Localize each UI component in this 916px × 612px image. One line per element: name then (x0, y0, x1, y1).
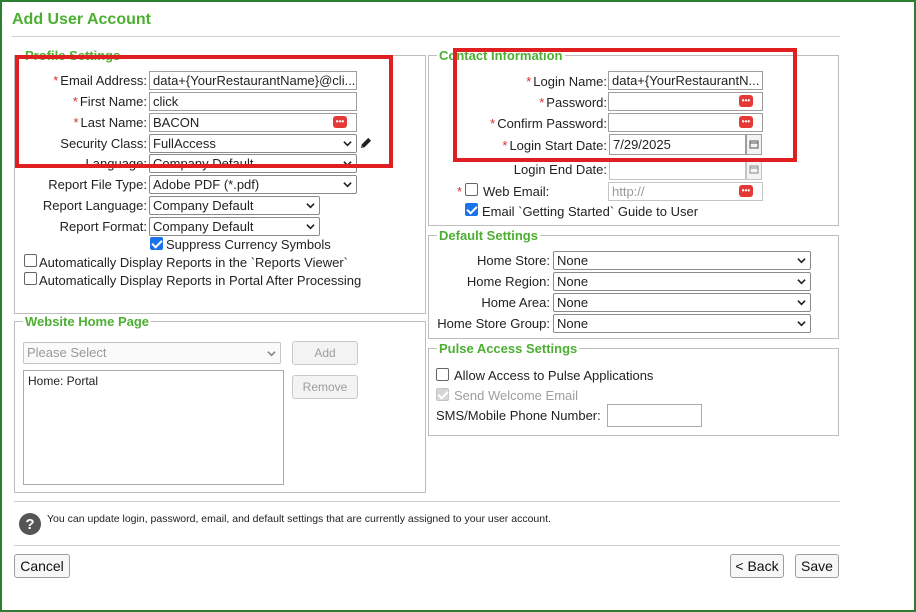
footer-divider-top (14, 501, 840, 502)
auto-reports-portal-label: Automatically Display Reports in Portal … (39, 273, 362, 288)
password-manager-icon[interactable]: ••• (333, 116, 347, 128)
chevron-down-icon (343, 141, 352, 147)
back-button[interactable]: < Back (730, 554, 784, 578)
website-home-page-legend: Website Home Page (25, 314, 150, 329)
home-page-list[interactable]: Home: Portal (23, 370, 284, 485)
home-region-label: Home Region: (466, 274, 550, 289)
password-manager-icon[interactable]: ••• (739, 95, 753, 107)
suppress-currency-checkbox[interactable] (150, 237, 163, 250)
report-language-label: Report Language: (42, 198, 147, 213)
contact-information-legend: Contact Information (439, 48, 563, 63)
default-settings-legend: Default Settings (439, 228, 538, 243)
edit-pencil-icon[interactable] (359, 137, 372, 150)
auto-reports-viewer-label: Automatically Display Reports in the `Re… (39, 255, 348, 270)
report-file-type-value: Adobe PDF (*.pdf) (153, 177, 260, 192)
chevron-down-icon (306, 224, 315, 230)
security-class-select[interactable]: FullAccess (149, 134, 357, 153)
web-email-label: Web Email: (483, 184, 550, 199)
home-area-label: Home Area: (481, 295, 550, 310)
svg-text:?: ? (25, 516, 34, 533)
chevron-down-icon (343, 182, 352, 188)
report-language-select[interactable]: Company Default (149, 196, 320, 215)
login-name-label: * Login Name: (526, 74, 607, 89)
home-store-select[interactable]: None (553, 251, 811, 270)
password-manager-icon[interactable]: ••• (739, 116, 753, 128)
web-email-checkbox[interactable] (465, 183, 478, 196)
report-format-label: Report Format: (59, 219, 147, 234)
web-email-required-mark: * (457, 184, 463, 199)
chevron-down-icon (797, 258, 806, 264)
first-name-field[interactable]: click (149, 92, 357, 111)
security-class-label: Security Class: (60, 136, 147, 151)
language-select[interactable]: Company Default (149, 154, 357, 173)
login-end-date-label: Login End Date: (513, 162, 607, 177)
email-address-label: * Email Address: (53, 73, 147, 88)
page-title: Add User Account (12, 11, 151, 28)
auto-reports-portal-checkbox[interactable] (24, 272, 37, 285)
cancel-button[interactable]: Cancel (14, 554, 70, 578)
pulse-access-legend: Pulse Access Settings (439, 341, 578, 356)
footer-divider-bottom (14, 545, 840, 546)
home-area-select[interactable]: None (553, 293, 811, 312)
login-end-date-field[interactable] (609, 159, 746, 180)
chevron-down-icon (267, 351, 276, 357)
login-start-date-label: * Login Start Date: (502, 138, 607, 153)
password-manager-icon[interactable]: ••• (739, 185, 753, 197)
report-file-type-label: Report File Type: (48, 177, 147, 192)
language-label: Language: (85, 156, 147, 171)
title-divider (12, 36, 840, 37)
profile-settings-legend: Profile Settings (25, 48, 121, 63)
home-area-value: None (557, 295, 589, 310)
info-message: You can update login, password, email, a… (47, 513, 551, 525)
home-page-select-placeholder: Please Select (27, 345, 107, 360)
email-guide-label: Email `Getting Started` Guide to User (482, 204, 699, 219)
report-format-value: Company Default (153, 219, 254, 234)
home-store-group-select[interactable]: None (553, 314, 811, 333)
report-file-type-select[interactable]: Adobe PDF (*.pdf) (149, 175, 357, 194)
report-language-value: Company Default (153, 198, 254, 213)
home-region-select[interactable]: None (553, 272, 811, 291)
sms-phone-label: SMS/Mobile Phone Number: (436, 408, 601, 423)
chevron-down-icon (306, 203, 315, 209)
first-name-label: * First Name: (72, 94, 147, 109)
suppress-currency-label: Suppress Currency Symbols (166, 237, 331, 252)
last-name-field[interactable]: BACON (149, 113, 357, 132)
chevron-down-icon (797, 279, 806, 285)
list-item[interactable]: Home: Portal (28, 374, 98, 388)
home-page-select[interactable]: Please Select (23, 342, 281, 364)
remove-home-page-button[interactable]: Remove (292, 375, 358, 399)
login-start-date-field[interactable]: 7/29/2025 (609, 134, 746, 155)
security-class-value: FullAccess (153, 136, 216, 151)
confirm-password-label: * Confirm Password: (490, 116, 607, 131)
help-icon: ? (19, 513, 41, 535)
save-button[interactable]: Save (795, 554, 839, 578)
send-welcome-email-checkbox[interactable] (436, 388, 449, 401)
allow-pulse-access-label: Allow Access to Pulse Applications (454, 368, 654, 383)
email-address-field[interactable]: data+{YourRestaurantName}@cli... (149, 71, 357, 90)
last-name-label: * Last Name: (73, 115, 147, 130)
sms-phone-field[interactable] (607, 404, 702, 427)
login-name-field[interactable]: data+{YourRestaurantN... (608, 71, 763, 90)
add-home-page-button[interactable]: Add (292, 341, 358, 365)
home-store-group-value: None (557, 316, 589, 331)
allow-pulse-access-checkbox[interactable] (436, 368, 449, 381)
calendar-icon[interactable] (746, 159, 762, 180)
password-label: * Password: (539, 95, 607, 110)
chevron-down-icon (343, 161, 352, 167)
chevron-down-icon (797, 300, 806, 306)
home-region-value: None (557, 274, 589, 289)
report-format-select[interactable]: Company Default (149, 217, 320, 236)
language-value: Company Default (153, 156, 254, 171)
calendar-icon[interactable] (746, 134, 762, 155)
chevron-down-icon (797, 321, 806, 327)
send-welcome-email-label: Send Welcome Email (454, 388, 579, 403)
auto-reports-viewer-checkbox[interactable] (24, 254, 37, 267)
email-guide-checkbox[interactable] (465, 203, 478, 216)
home-store-value: None (557, 253, 589, 268)
home-store-label: Home Store: (477, 253, 550, 268)
home-store-group-label: Home Store Group: (437, 316, 550, 331)
